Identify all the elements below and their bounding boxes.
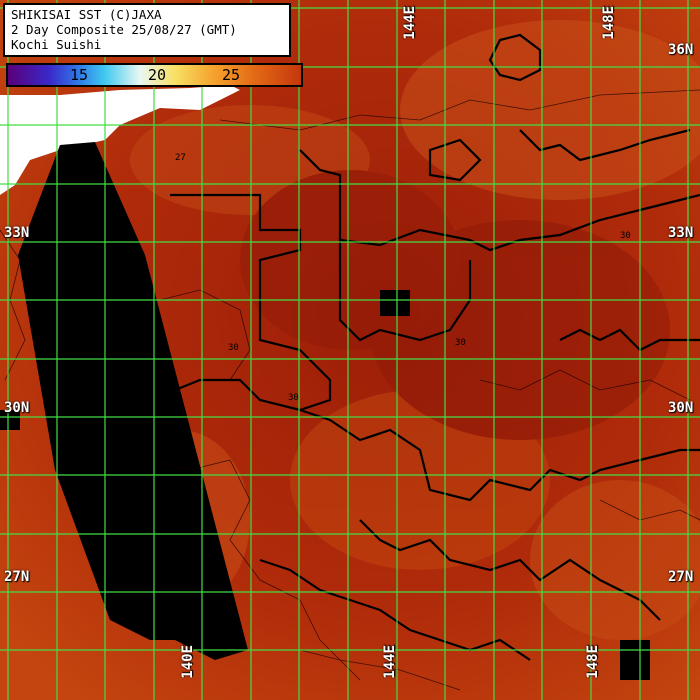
- lon-label-148e-top: 148E: [601, 6, 617, 40]
- header-composite: 2 Day Composite 25/08/27 (GMT): [11, 22, 237, 37]
- lat-label-36n-right: 36N: [668, 42, 694, 58]
- lon-label-144e-bottom: 144E: [382, 645, 398, 679]
- sst-map: 27 30 30 30 30: [0, 0, 700, 700]
- lon-label-140e-bottom: 140E: [180, 645, 196, 679]
- contour-label: 30: [620, 231, 631, 241]
- lat-label-27n-right: 27N: [668, 569, 694, 585]
- header-box: SHIKISAI SST (C)JAXA 2 Day Composite 25/…: [3, 3, 291, 57]
- sst-colorbar: 15 20 25: [6, 63, 303, 87]
- lat-label-30n-right: 30N: [668, 400, 694, 416]
- lat-label-30n-left: 30N: [4, 400, 30, 416]
- header-source: Kochi Suishi: [11, 37, 102, 52]
- contour-label: 30: [455, 338, 466, 348]
- lon-label-148e-bottom: 148E: [585, 645, 601, 679]
- colorbar-tick-15: 15: [70, 66, 89, 84]
- colorbar-tick-20: 20: [148, 66, 167, 84]
- lat-label-27n-left: 27N: [4, 569, 30, 585]
- lon-label-144e-top: 144E: [402, 6, 418, 40]
- contour-label: 30: [228, 343, 239, 353]
- lat-label-33n-left: 33N: [4, 225, 30, 241]
- lat-label-33n-right: 33N: [668, 225, 694, 241]
- contour-label: 27: [175, 153, 186, 163]
- colorbar-tick-25: 25: [222, 66, 241, 84]
- header-title: SHIKISAI SST (C)JAXA: [11, 7, 162, 22]
- contour-label: 30: [288, 393, 299, 403]
